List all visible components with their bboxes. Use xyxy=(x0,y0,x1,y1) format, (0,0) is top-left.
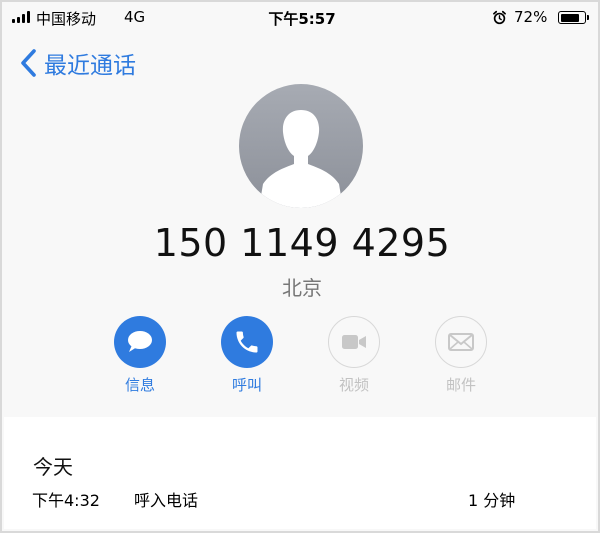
person-silhouette-icon xyxy=(239,84,363,208)
call-button-circle xyxy=(221,316,273,368)
recent-calls-date: 今天 xyxy=(33,455,73,479)
mail-button-label: 邮件 xyxy=(445,376,476,394)
contact-avatar xyxy=(239,84,363,208)
call-button[interactable]: 呼叫 xyxy=(207,316,287,395)
alarm-clock-icon xyxy=(492,10,507,29)
video-call-button-label: 视频 xyxy=(338,376,369,394)
message-button-circle xyxy=(114,316,166,368)
message-bubble-icon xyxy=(128,331,152,352)
phone-screen: 中国移动 4G 下午5:57 72% 最近通话 150 1149 4295 北京… xyxy=(0,0,600,533)
call-history-row: 下午4:32 呼入电话 1 分钟 xyxy=(4,487,596,517)
video-camera-icon xyxy=(342,335,366,349)
call-button-label: 呼叫 xyxy=(231,376,262,394)
back-button[interactable]: 最近通话 xyxy=(16,46,136,80)
back-button-label: 最近通话 xyxy=(44,53,136,79)
call-time: 下午4:32 xyxy=(32,491,100,510)
caller-location: 北京 xyxy=(282,276,322,300)
phone-number: 150 1149 4295 xyxy=(153,221,451,265)
recent-calls-section: 今天 下午4:32 呼入电话 1 分钟 xyxy=(4,417,596,529)
mail-button[interactable]: 邮件 xyxy=(421,316,501,395)
phone-icon xyxy=(236,331,258,353)
envelope-icon xyxy=(448,333,474,351)
chevron-left-icon xyxy=(21,49,36,77)
status-time: 下午5:57 xyxy=(268,10,336,28)
contact-actions: 信息 呼叫 视频 邮件 xyxy=(2,316,598,400)
message-button-label: 信息 xyxy=(124,376,155,394)
mail-button-circle xyxy=(435,316,487,368)
status-bar: 中国移动 4G 下午5:57 72% xyxy=(2,2,598,36)
battery-percentage: 72% xyxy=(514,8,548,26)
battery-icon xyxy=(558,11,589,24)
message-button[interactable]: 信息 xyxy=(100,316,180,395)
call-type: 呼入电话 xyxy=(134,491,199,510)
video-call-button[interactable]: 视频 xyxy=(314,316,394,395)
video-call-button-circle xyxy=(328,316,380,368)
call-duration: 1 分钟 xyxy=(468,491,516,510)
